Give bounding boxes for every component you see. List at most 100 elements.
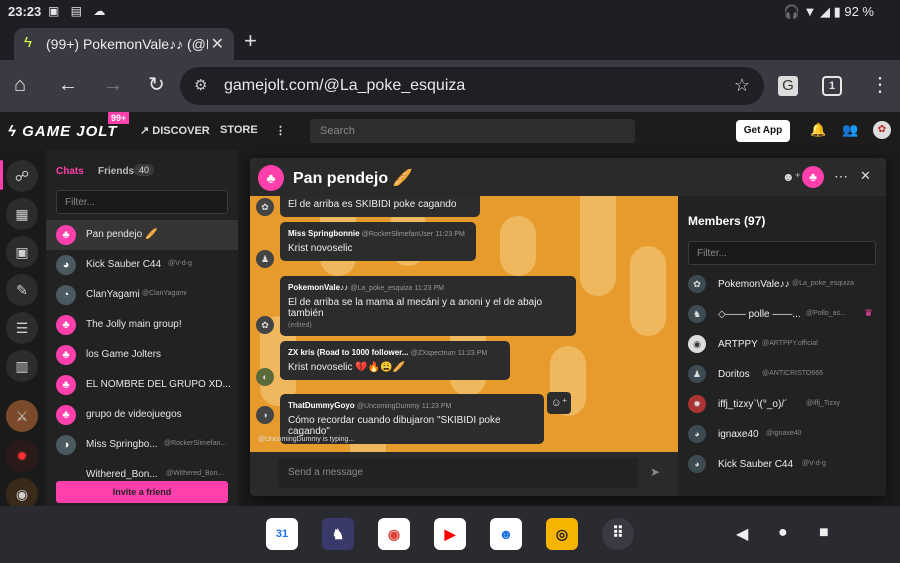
message-handle: @RockerSlimefanUser bbox=[361, 231, 434, 238]
member-avatar: ♟ bbox=[688, 365, 706, 383]
more-kebab-icon[interactable]: ⋮ bbox=[275, 124, 286, 137]
reload-icon[interactable]: ↻ bbox=[148, 74, 165, 96]
chat-name: ClanYagami bbox=[86, 289, 140, 300]
message-time: 11:23 PM bbox=[414, 285, 444, 292]
browser-tab[interactable]: ϟ (99+) PokemonVale♪♪ (@La_p ✕ bbox=[14, 28, 234, 60]
friends-tab[interactable]: Friends bbox=[98, 166, 134, 177]
chat-item[interactable]: Withered_Bon... @Withered_Bon... bbox=[46, 460, 238, 480]
member-name: Kick Sauber C44 bbox=[718, 459, 794, 470]
discover-link[interactable]: ↗ DISCOVER bbox=[140, 124, 210, 137]
member-item[interactable]: ♟ Doritos @ANTICRISTO666 bbox=[678, 360, 886, 390]
message-avatar[interactable]: ◐ bbox=[256, 368, 274, 386]
discover-label: DISCOVER bbox=[152, 125, 210, 137]
store-rail-icon[interactable]: ▦ bbox=[6, 198, 38, 230]
message-author[interactable]: ThatDummyGoyo bbox=[288, 401, 355, 410]
room-settings-avatar[interactable]: ♣ bbox=[802, 166, 824, 188]
chat-item[interactable]: ◔ ClanYagami @ClanYagami bbox=[46, 280, 238, 310]
chat-handle: @RockerSlimefan... bbox=[164, 440, 227, 447]
community-avatar-1[interactable]: ⚔ bbox=[6, 400, 38, 432]
message-author[interactable]: Miss Springbonnie bbox=[288, 229, 360, 238]
chats-filter-input[interactable]: Filter... bbox=[56, 190, 228, 214]
nav-home-icon[interactable]: ● bbox=[778, 524, 788, 542]
home-icon[interactable]: ⌂ bbox=[14, 74, 26, 96]
member-handle: @Pollo_as... bbox=[806, 310, 846, 317]
youtube-app-icon[interactable]: ▶ bbox=[434, 518, 466, 550]
translate-icon[interactable]: G bbox=[778, 76, 798, 96]
members-title: Members (97) bbox=[688, 214, 766, 228]
close-chat-icon[interactable]: ✕ bbox=[860, 168, 871, 184]
chats-tab[interactable]: Chats bbox=[56, 166, 84, 177]
app-drawer-icon[interactable]: ⠿ bbox=[602, 518, 634, 550]
invite-friend-button[interactable]: Invite a friend bbox=[56, 481, 228, 503]
calendar-app-icon[interactable]: 31 bbox=[266, 518, 298, 550]
headphones-icon: 🎧 bbox=[783, 4, 800, 19]
files-app-icon[interactable]: ◎ bbox=[546, 518, 578, 550]
chat-rail-icon[interactable]: ☍ bbox=[6, 160, 38, 192]
menu-kebab-icon[interactable]: ⋮ bbox=[870, 74, 890, 96]
add-member-icon[interactable]: ☻⁺ bbox=[782, 170, 801, 184]
discover-icon: ↗ bbox=[140, 125, 150, 137]
feed-rail-icon[interactable]: ☰ bbox=[6, 312, 38, 344]
message-author[interactable]: PokemonVale♪♪ bbox=[288, 283, 348, 292]
library-rail-icon[interactable]: ▥ bbox=[6, 350, 38, 382]
chat-item[interactable]: ♣ The Jolly main group! bbox=[46, 310, 238, 340]
quests-rail-icon[interactable]: ✎ bbox=[6, 274, 38, 306]
new-tab-icon[interactable]: + bbox=[244, 28, 257, 54]
close-tab-icon[interactable]: ✕ bbox=[211, 34, 224, 54]
bell-icon[interactable]: 🔔 bbox=[810, 122, 826, 138]
game-app-icon[interactable]: ♞ bbox=[322, 518, 354, 550]
message-avatar[interactable]: ✿ bbox=[256, 198, 274, 216]
member-avatar: ◕ bbox=[688, 455, 706, 473]
back-icon[interactable]: ← bbox=[58, 74, 78, 96]
message-avatar[interactable]: ◑ bbox=[256, 406, 274, 424]
chat-item[interactable]: ♣ Pan pendejo 🥖 bbox=[46, 220, 238, 250]
bookmark-star-icon[interactable]: ☆ bbox=[734, 75, 750, 96]
send-icon[interactable]: ➤ bbox=[650, 465, 660, 479]
store-link[interactable]: STORE bbox=[220, 124, 258, 136]
user-avatar: ◕ bbox=[56, 255, 76, 275]
member-item[interactable]: ◕ ignaxe40 @ignaxe40 bbox=[678, 420, 886, 450]
site-settings-icon[interactable]: ⚙ bbox=[194, 76, 207, 94]
chat-item[interactable]: ◕ Kick Sauber C44 @V-d-g bbox=[46, 250, 238, 280]
chat-item[interactable]: ♣ los Game Jolters bbox=[46, 340, 238, 370]
member-avatar: ◉ bbox=[688, 335, 706, 353]
address-bar[interactable]: ⚙ gamejolt.com/@La_poke_esquiza ☆ bbox=[180, 67, 764, 105]
tab-switcher-button[interactable]: 1 bbox=[822, 76, 842, 96]
backpack-rail-icon[interactable]: ▣ bbox=[6, 236, 38, 268]
member-handle: @ANTICRISTO666 bbox=[762, 370, 824, 377]
status-bar: 23:23 ▣ ▤ ☁ 🎧 ▼ ◢ ▮ 92 % bbox=[0, 0, 900, 24]
get-app-button[interactable]: Get App bbox=[736, 120, 790, 142]
message-avatar[interactable]: ✿ bbox=[256, 316, 274, 334]
contacts-app-icon[interactable]: ☻ bbox=[490, 518, 522, 550]
nav-back-icon[interactable]: ◀ bbox=[736, 524, 748, 544]
chat-item[interactable]: ♣ grupo de videojuegos bbox=[46, 400, 238, 430]
chat-header: ♣ Pan pendejo 🥖 ☻⁺ ♣ ⋯ ✕ bbox=[250, 158, 886, 196]
gamejolt-logo[interactable]: ϟ GAME JOLT bbox=[8, 123, 118, 140]
message-bubble: PokemonVale♪♪ @La_poke_esquiza 11:23 PM … bbox=[280, 276, 576, 336]
chat-item[interactable]: ◑ Miss Springbo... @RockerSlimefan... bbox=[46, 430, 238, 460]
user-avatar[interactable]: ✿ bbox=[873, 121, 891, 139]
nav-recents-icon[interactable]: ■ bbox=[819, 524, 829, 542]
message-author[interactable]: ZX kris (Road to 1000 follower... bbox=[288, 348, 408, 357]
member-item[interactable]: ◕ Kick Sauber C44 @V-d-g bbox=[678, 450, 886, 480]
edited-label: (edited) bbox=[288, 322, 312, 329]
more-options-icon[interactable]: ⋯ bbox=[834, 168, 848, 185]
friends-icon[interactable]: 👥 bbox=[842, 122, 858, 138]
community-avatar-2[interactable]: ✹ bbox=[6, 440, 38, 472]
member-item[interactable]: ✿ PokemonVale♪♪ @La_poke_esquiza bbox=[678, 270, 886, 300]
chat-name: Withered_Bon... bbox=[86, 469, 158, 480]
forward-icon[interactable]: → bbox=[103, 74, 123, 96]
message-handle: @UncomingDummy bbox=[356, 403, 420, 410]
member-item[interactable]: ◉ ARTPPY @ARTPPY.official bbox=[678, 330, 886, 360]
message-input[interactable]: Send a message bbox=[278, 458, 638, 488]
group-chat-icon: ♣ bbox=[56, 405, 76, 425]
chrome-app-icon[interactable]: ◉ bbox=[378, 518, 410, 550]
site-search-input[interactable]: Search bbox=[310, 119, 635, 143]
member-item[interactable]: ✹ iffj_tizxy`\(°_o)/´ @iffj_Tizxy bbox=[678, 390, 886, 420]
member-item[interactable]: ♞ ◇—— polle ——... @Pollo_as... ♛ bbox=[678, 300, 886, 330]
members-filter-input[interactable]: Filter... bbox=[688, 241, 876, 265]
member-name: ARTPPY bbox=[718, 339, 758, 350]
add-reaction-icon[interactable]: ☺⁺ bbox=[547, 392, 571, 414]
chat-item[interactable]: ♣ EL NOMBRE DEL GRUPO XD... bbox=[46, 370, 238, 400]
message-avatar[interactable]: ♟ bbox=[256, 250, 274, 268]
